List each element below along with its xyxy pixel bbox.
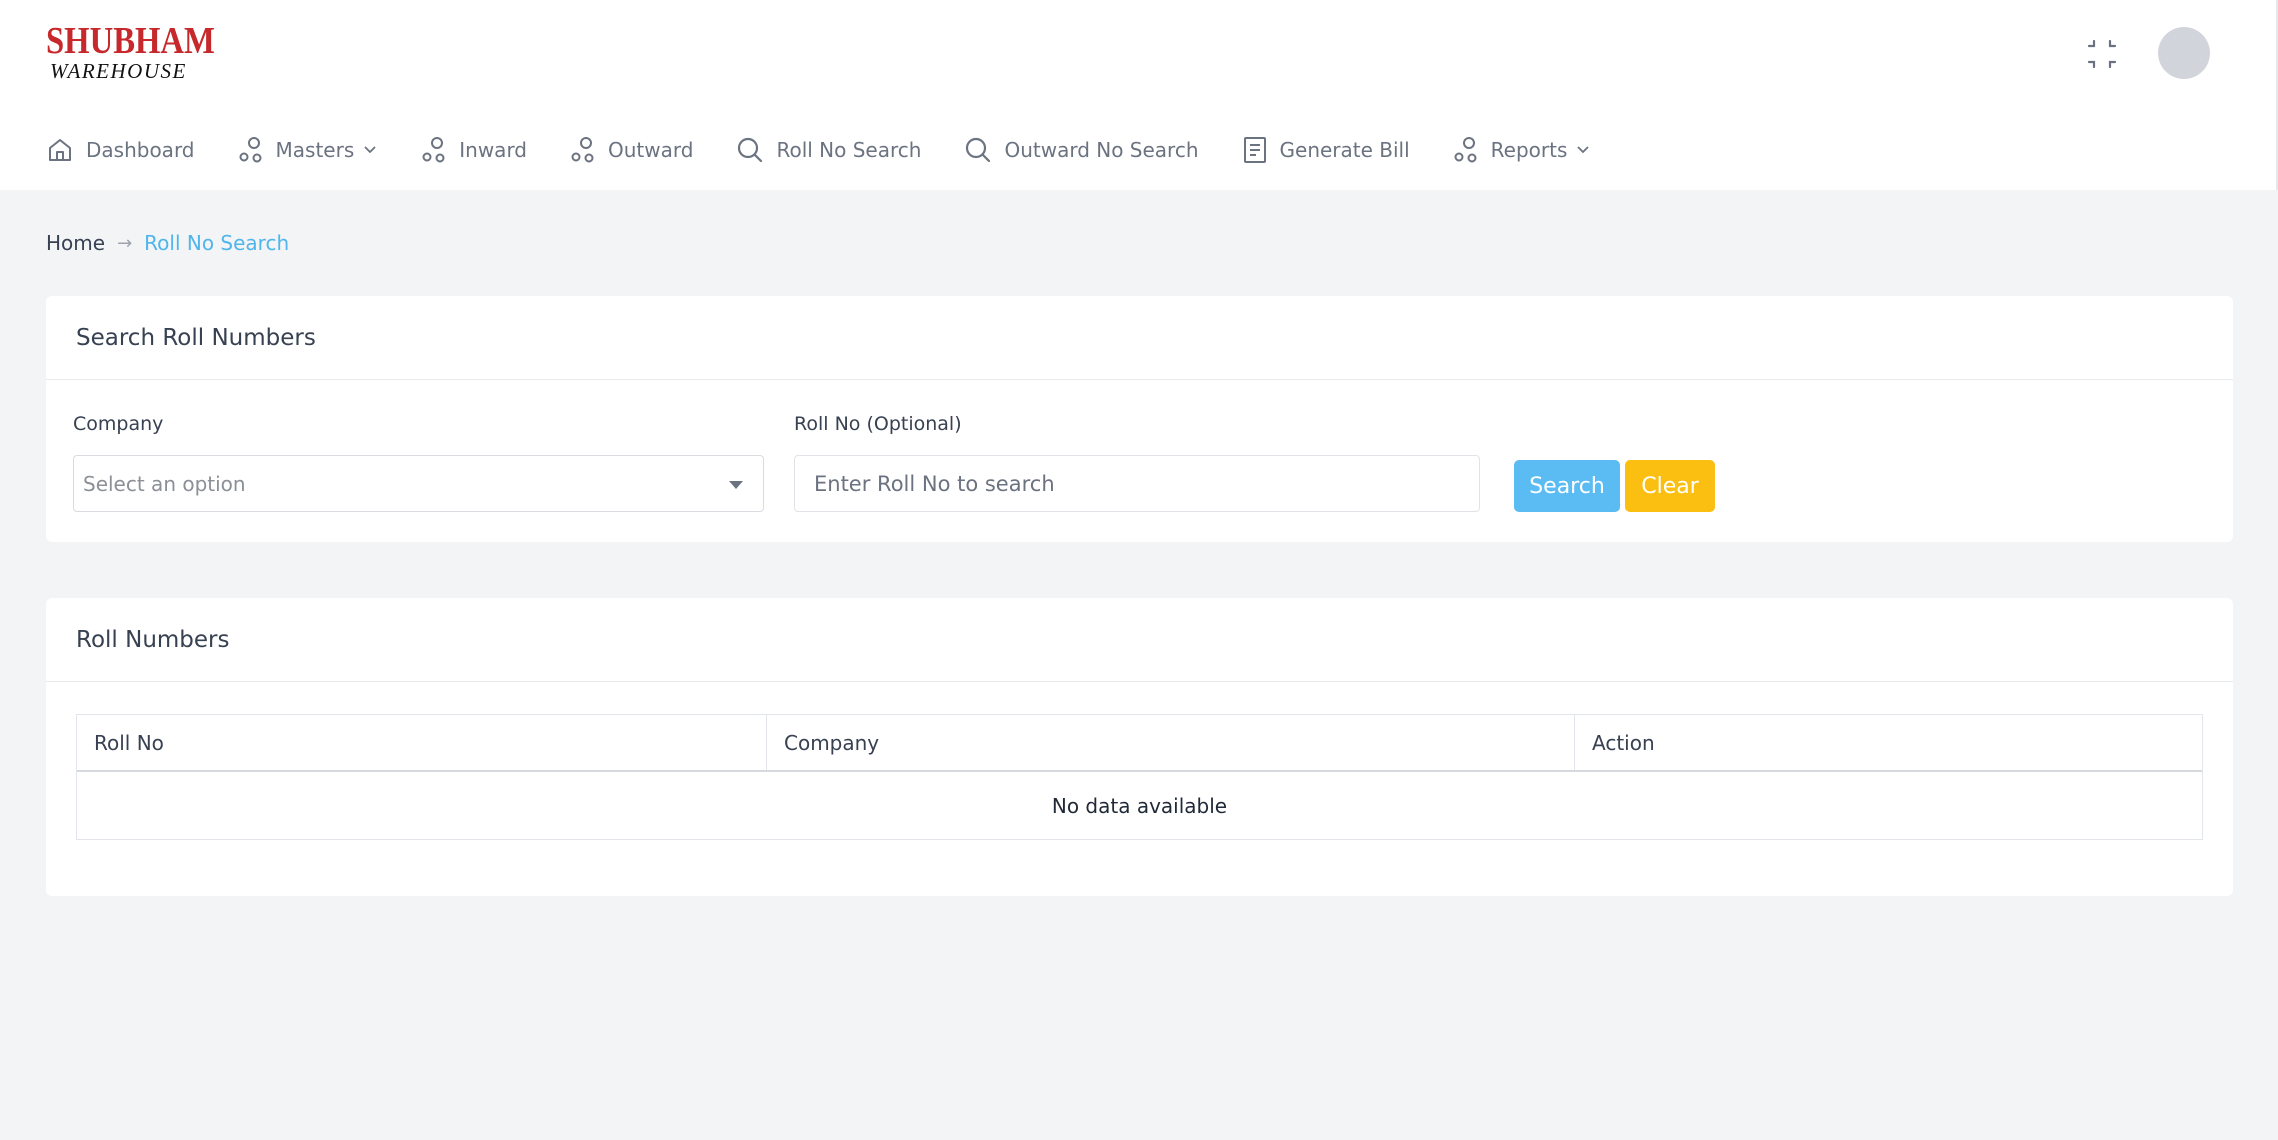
roll-numbers-card: Roll Numbers Roll No Company Action No d… [46,598,2233,896]
user-avatar[interactable] [2158,27,2210,79]
nav-item-label: Inward [459,138,528,162]
nav-item-masters[interactable]: Masters [238,128,379,172]
breadcrumb-home-link[interactable]: Home [46,231,105,255]
nav-item-label: Masters [275,138,355,162]
nav-item-generate-bill[interactable]: Generate Bill [1242,128,1410,172]
nav-item-inward[interactable]: Inward [421,128,527,172]
nav-item-roll-no-search[interactable]: Roll No Search [736,128,921,172]
search-icon [738,137,763,163]
company-select-placeholder: Select an option [83,471,246,496]
nav-item-label: Outward [608,138,694,162]
brand-logo[interactable]: SHUBHAM WAREHOUSE [46,20,215,84]
top-header: SHUBHAM WAREHOUSE Dashboard Masters Inwa… [0,0,2278,190]
company-select[interactable]: Select an option [73,455,764,512]
nav-item-label: Roll No Search [776,138,922,162]
clear-button[interactable]: Clear [1625,460,1715,512]
breadcrumb-current: Roll No Search [144,231,290,255]
nav-item-label: Reports [1490,138,1568,162]
nodes-icon [571,137,594,163]
search-roll-numbers-card: Search Roll Numbers Company Select an op… [46,296,2233,542]
nav-item-reports[interactable]: Reports [1453,128,1592,172]
nav-item-label: Generate Bill [1279,138,1410,162]
nodes-icon [1454,137,1477,163]
chevron-down-icon [364,146,376,154]
card-title: Search Roll Numbers [46,296,2233,380]
nodes-icon [239,137,262,163]
compress-icon [2087,39,2117,69]
search-icon [966,137,991,163]
main-navigation: Dashboard Masters Inward Outward Roll No… [46,128,1634,172]
nav-item-outward-no-search[interactable]: Outward No Search [964,128,1199,172]
table-empty-message: No data available [1051,793,1228,818]
column-header-roll-no[interactable]: Roll No [77,715,767,770]
search-button[interactable]: Search [1514,460,1620,512]
chevron-down-icon [1577,146,1590,154]
brand-logo-name: SHUBHAM [46,20,215,62]
nav-item-label: Dashboard [86,138,195,162]
nav-item-dashboard[interactable]: Dashboard [46,128,195,172]
column-header-action[interactable]: Action [1575,715,2202,770]
breadcrumb-separator: → [117,232,133,254]
document-icon [1243,137,1266,163]
company-label: Company [73,413,164,435]
roll-numbers-table: Roll No Company Action No data available [76,714,2203,840]
column-header-company[interactable]: Company [767,715,1575,770]
exit-fullscreen-button[interactable] [2086,38,2118,70]
nodes-icon [422,137,445,163]
table-header-row: Roll No Company Action [77,715,2202,772]
dropdown-arrow-icon [729,481,743,489]
breadcrumb: Home → Roll No Search [46,228,289,258]
card-title: Roll Numbers [46,598,2233,682]
brand-logo-subtitle: WAREHOUSE [50,59,187,83]
roll-no-input[interactable] [794,455,1480,512]
roll-no-label: Roll No (Optional) [794,413,962,435]
nav-item-outward[interactable]: Outward [570,128,693,172]
home-icon [49,139,71,161]
nav-item-label: Outward No Search [1004,138,1199,162]
